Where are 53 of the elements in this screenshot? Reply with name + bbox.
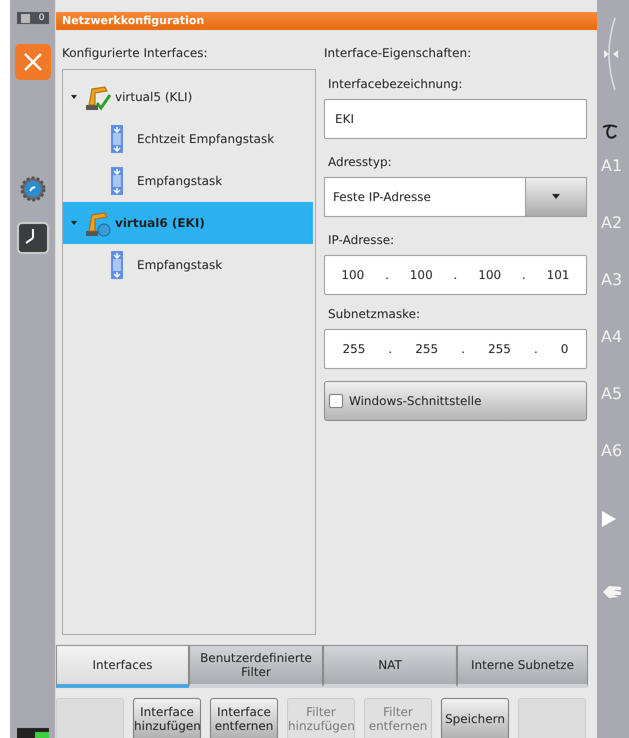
tab[interactable]: NAT (323, 645, 457, 688)
field-label: Adresstyp: (328, 155, 393, 169)
ip-field[interactable]: 255 . 255 . 255 . 0 (324, 329, 587, 369)
octet-separator: . (388, 342, 392, 356)
checkbox-button[interactable]: Windows-Schnittstelle (324, 381, 587, 421)
dropdown-button[interactable] (525, 177, 587, 217)
tab[interactable]: Interfaces (56, 645, 189, 688)
window-title: Netzwerkkonfiguration (56, 12, 597, 30)
status-lamp (16, 728, 48, 738)
task-label[interactable]: Echtzeit Empfangstask (137, 132, 274, 146)
text-field[interactable]: EKI (324, 99, 587, 139)
octet-value: 255 (415, 342, 438, 356)
ip-field[interactable]: 100 . 100 . 100 . 101 (324, 255, 587, 295)
softkey-button[interactable]: Speichern (441, 698, 509, 738)
octet-value: 100 (478, 268, 502, 282)
clock-icon[interactable] (16, 222, 48, 254)
close-icon (22, 52, 42, 72)
gear-icon[interactable] (20, 176, 46, 202)
octet-separator: . (522, 268, 526, 282)
octet-value: 255 (488, 342, 511, 356)
field-label: IP-Adresse: (328, 233, 396, 247)
octet-value: 101 (546, 268, 570, 282)
field-label: Interfacebezeichnung: (328, 77, 464, 91)
tree-item[interactable]: virtual6 (EKI) (63, 202, 313, 244)
dropdown-field[interactable]: Feste IP-Adresse (324, 177, 525, 217)
checkbox[interactable] (329, 394, 343, 408)
octet-value: 255 (342, 342, 366, 356)
task-label[interactable]: Empfangstask (137, 258, 222, 272)
task-icon (111, 251, 123, 279)
section-heading: Konfigurierte Interfaces: (62, 46, 209, 60)
close-button[interactable] (14, 44, 50, 80)
task-icon (111, 125, 123, 153)
octet-separator: . (461, 342, 466, 356)
counter-indicator: 0 (16, 12, 48, 24)
field-label: Subnetzmaske: (328, 307, 422, 321)
tree-item[interactable]: virtual5 (KLI) (63, 76, 313, 118)
play-icon[interactable] (601, 510, 617, 528)
tab[interactable]: Interne Subnetze (457, 645, 588, 688)
caret-icon (551, 194, 561, 200)
tab[interactable]: Benutzerdefinierte Filter (189, 645, 323, 688)
interface-name: virtual6 (EKI) (115, 216, 205, 230)
octet-value: 100 (341, 268, 364, 282)
section-heading: Interface-Eigenschaften: (324, 46, 472, 60)
task-label[interactable]: Empfangstask (137, 174, 222, 188)
interface-name: virtual5 (KLI) (115, 90, 192, 104)
softkey-button[interactable]: Interface entfernen (210, 698, 278, 738)
octet-value: 100 (410, 268, 433, 282)
softkey-button[interactable]: Interface hinzufügen (133, 698, 201, 738)
octet-separator: . (454, 268, 458, 282)
octet-separator: . (534, 342, 538, 356)
octet-value: 0 (560, 342, 568, 356)
task-icon (111, 167, 123, 195)
octet-separator: . (385, 268, 389, 282)
